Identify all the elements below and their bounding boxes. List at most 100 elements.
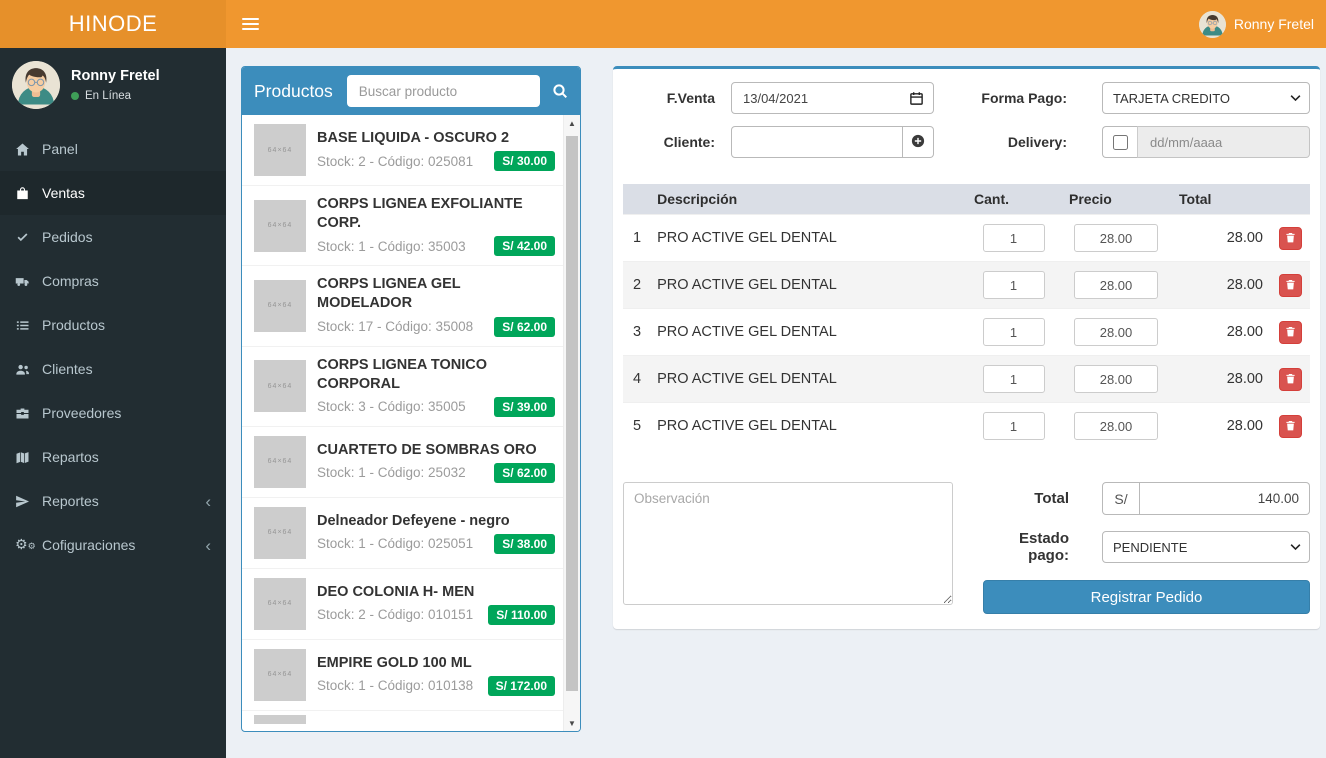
price-input[interactable]: [1074, 318, 1158, 346]
user-avatar: [12, 61, 60, 109]
row-number: 4: [623, 355, 650, 403]
cliente-field: [731, 126, 934, 158]
delete-row-button[interactable]: [1279, 226, 1302, 250]
product-list-item[interactable]: 64×64 CORPS LIGNEA TONICO CORPORAL Stock…: [242, 346, 563, 427]
product-image-placeholder: 64×64: [254, 199, 306, 252]
product-stock-code: Stock: 2 - Código: 025081: [317, 153, 474, 169]
fventa-date-input[interactable]: [741, 89, 909, 107]
delivery-checkbox[interactable]: [1112, 134, 1128, 150]
sidebar-item[interactable]: Repartos ‹: [0, 435, 226, 479]
sidebar-menu: Panel ‹ Ventas ‹ Pedidos ‹ Compras ‹ Pro…: [0, 127, 226, 567]
sidebar-item[interactable]: Ventas ‹: [0, 171, 226, 215]
observacion-textarea[interactable]: [623, 482, 953, 605]
price-input[interactable]: [1074, 412, 1158, 440]
products-scrollbar[interactable]: ▲ ▼: [563, 115, 580, 731]
sidebar-toggle-icon[interactable]: [242, 15, 259, 33]
price-input[interactable]: [1074, 224, 1158, 252]
total-input[interactable]: [1140, 482, 1310, 515]
map-icon: [15, 450, 42, 465]
product-price-badge: S/ 42.00: [494, 236, 555, 257]
product-list-item[interactable]: 64×64 EMPIRE GOLD 100 ML Stock: 1 - Códi…: [242, 639, 563, 711]
products-panel-header: Productos: [242, 67, 580, 115]
products-panel: Productos 64×64 BASE LIQUIDA - OSCURO 2 …: [241, 66, 581, 732]
navbar: Ronny Fretel: [226, 0, 1326, 48]
sidebar-item[interactable]: Pedidos ‹: [0, 215, 226, 259]
product-list-item[interactable]: 64×64: [242, 710, 563, 724]
row-total: 28.00: [1171, 308, 1271, 356]
registrar-pedido-button[interactable]: Registrar Pedido: [983, 580, 1310, 614]
product-stock-code: Stock: 1 - Código: 25032: [317, 465, 466, 481]
row-total: 28.00: [1171, 261, 1271, 309]
calendar-icon[interactable]: [909, 91, 924, 106]
quantity-input[interactable]: [982, 318, 1045, 346]
scrollbar-thumb[interactable]: [566, 136, 578, 691]
forma-pago-field: TARJETA CREDITO: [1102, 82, 1310, 114]
sidebar-item-label: Pedidos: [42, 229, 93, 245]
fventa-date-field: [731, 82, 934, 114]
delete-row-button[interactable]: [1279, 320, 1302, 344]
sidebar-item[interactable]: Proveedores ‹: [0, 391, 226, 435]
sidebar-item-label: Productos: [42, 317, 106, 333]
delete-row-button[interactable]: [1279, 414, 1302, 438]
product-list-item[interactable]: 64×64 CORPS LIGNEA EXFOLIANTE CORP. Stoc…: [242, 186, 563, 267]
plus-circle-icon: [911, 134, 925, 151]
cliente-input[interactable]: [731, 126, 903, 158]
sidebar-item[interactable]: Clientes ‹: [0, 347, 226, 391]
product-list-item[interactable]: 64×64 CUARTETO DE SOMBRAS ORO Stock: 1 -…: [242, 426, 563, 498]
top-bar: HINODE Ronny Fretel: [0, 0, 1326, 48]
delete-row-button[interactable]: [1279, 367, 1302, 391]
sidebar-item[interactable]: Panel ‹: [0, 127, 226, 171]
row-description: PRO ACTIVE GEL DENTAL: [649, 308, 966, 356]
product-price-badge: S/ 62.00: [494, 462, 555, 483]
product-name: BASE LIQUIDA - OSCURO 2: [317, 129, 510, 146]
forma-pago-select[interactable]: TARJETA CREDITO: [1102, 82, 1310, 114]
add-cliente-button[interactable]: [903, 126, 934, 158]
product-search-input[interactable]: [346, 75, 540, 107]
product-image-placeholder: 64×64: [254, 124, 306, 176]
product-list-item[interactable]: 64×64 Delneador Defeyene - negro Stock: …: [242, 497, 563, 569]
sidebar-item[interactable]: Compras ‹: [0, 259, 226, 303]
product-image-placeholder: 64×64: [254, 506, 306, 559]
quantity-input[interactable]: [982, 365, 1045, 393]
row-total: 28.00: [1171, 214, 1271, 262]
price-input[interactable]: [1074, 271, 1158, 299]
product-name: EMPIRE GOLD 100 ML: [317, 654, 472, 671]
product-list-item[interactable]: 64×64 DEO COLONIA H- MEN Stock: 2 - Códi…: [242, 568, 563, 640]
product-price-badge: S/ 30.00: [494, 151, 555, 172]
total-field: S/: [1102, 482, 1310, 515]
sidebar-item[interactable]: ⚙⚙ Cofiguraciones ‹: [0, 523, 226, 567]
navbar-user-menu[interactable]: Ronny Fretel: [1198, 10, 1314, 38]
col-precio: Precio: [1061, 184, 1171, 215]
order-table-row: 1 PRO ACTIVE GEL DENTAL 28.00: [623, 214, 1310, 262]
product-image-placeholder: 64×64: [254, 577, 306, 630]
delete-row-button[interactable]: [1279, 273, 1302, 297]
scroll-up-icon[interactable]: ▲: [564, 115, 580, 131]
sidebar-item[interactable]: Productos ‹: [0, 303, 226, 347]
product-list-item[interactable]: 64×64 CORPS LIGNEA GEL MODELADOR Stock: …: [242, 266, 563, 347]
estado-pago-label: Estado pago:: [1018, 530, 1069, 564]
sidebar-item[interactable]: Reportes ‹: [0, 479, 226, 523]
cliente-label: Cliente:: [663, 134, 715, 150]
delivery-date-input[interactable]: [1138, 126, 1310, 158]
fventa-label: F.Venta: [666, 90, 715, 106]
main-content: Productos 64×64 BASE LIQUIDA - OSCURO 2 …: [226, 48, 1326, 758]
sidebar-user-name: Ronny Fretel: [71, 68, 160, 84]
products-panel-title: Productos: [254, 80, 333, 101]
product-name: CUARTETO DE SOMBRAS ORO: [317, 441, 537, 458]
forma-pago-label: Forma Pago:: [981, 90, 1067, 106]
product-price-badge: S/ 172.00: [487, 675, 555, 696]
product-list-item[interactable]: 64×64 BASE LIQUIDA - OSCURO 2 Stock: 2 -…: [242, 115, 563, 186]
row-total: 28.00: [1171, 402, 1271, 449]
delivery-label: Delivery:: [1007, 134, 1067, 150]
sidebar-item-label: Proveedores: [42, 405, 122, 421]
scroll-down-icon[interactable]: ▼: [564, 715, 580, 731]
quantity-input[interactable]: [982, 224, 1045, 252]
quantity-input[interactable]: [982, 412, 1045, 440]
navbar-user-name: Ronny Fretel: [1233, 16, 1314, 32]
user-status-label: En Línea: [85, 90, 132, 102]
quantity-input[interactable]: [982, 271, 1045, 299]
price-input[interactable]: [1074, 365, 1158, 393]
row-number: 3: [623, 308, 650, 356]
search-icon[interactable]: [552, 83, 568, 99]
estado-pago-select[interactable]: PENDIENTE: [1102, 531, 1310, 563]
